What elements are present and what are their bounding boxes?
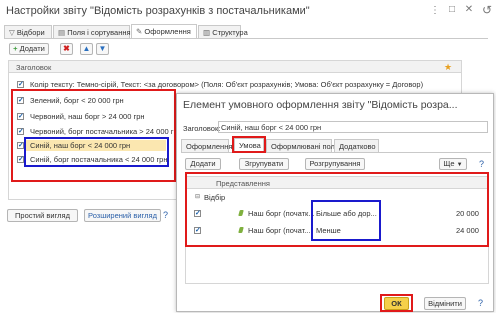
heading-field[interactable]: Синій, наш борг < 24 000 грн: [218, 121, 488, 133]
red-highlight-box: [232, 136, 266, 153]
list-header: [9, 61, 461, 73]
menu-dots-icon[interactable]: ⋮: [429, 5, 441, 16]
tab-structure[interactable]: ▥ Структура: [198, 25, 248, 38]
conditional-appearance-dialog: Елемент умовного оформлення звіту "Відом…: [176, 93, 494, 312]
heading-label: Заголовок:: [183, 124, 221, 133]
chevron-down-icon: ▼: [456, 162, 463, 168]
advanced-view-button[interactable]: Розширений вигляд: [84, 209, 161, 222]
add-button[interactable]: + Додати: [9, 43, 49, 55]
tab-divider: [4, 38, 488, 39]
arrow-up-icon: ▲: [82, 44, 91, 53]
help-button[interactable]: ?: [163, 210, 168, 220]
tab-additional[interactable]: Додатково: [334, 139, 379, 152]
blue-highlight-box: [311, 200, 381, 241]
close-icon[interactable]: ✕: [463, 4, 475, 15]
tab-appearance[interactable]: ✎ Оформлення: [131, 24, 197, 38]
group-button[interactable]: Згрупувати: [239, 158, 289, 170]
list-item[interactable]: Колір тексту: Темно-сірій, Текст: <за до…: [30, 80, 423, 89]
simple-view-button[interactable]: Простий вигляд: [7, 209, 78, 222]
tab-formatted-fields[interactable]: Оформлювані поля: [266, 139, 339, 152]
arrow-down-icon: ▼: [98, 44, 107, 53]
help-button[interactable]: ?: [478, 298, 483, 308]
tab-divider: [181, 152, 491, 153]
add-condition-button[interactable]: Додати: [185, 158, 221, 170]
red-highlight-box: [380, 294, 413, 312]
brush-icon: ✎: [136, 27, 143, 36]
blue-highlight-box: [24, 137, 169, 167]
star-icon: ★: [444, 62, 453, 72]
plus-icon: +: [13, 44, 18, 53]
cancel-button[interactable]: Відмінити: [424, 297, 466, 310]
list-item-checkbox[interactable]: ✓: [17, 81, 24, 88]
ungroup-button[interactable]: Розгрупування: [305, 158, 365, 170]
filter-tab-icon: ▽: [9, 28, 15, 37]
tab-filters[interactable]: ▽ Відбори: [4, 25, 52, 38]
tab-fields-sorting[interactable]: ▤ Поля і сортування: [53, 25, 131, 38]
column-header-title: Заголовок: [16, 63, 52, 72]
move-down-button[interactable]: ▼: [96, 43, 109, 55]
structure-tab-icon: ▥: [203, 28, 211, 37]
red-highlight-box: [11, 89, 176, 182]
help-button[interactable]: ?: [479, 159, 484, 169]
dialog-title: Елемент умовного оформлення звіту "Відом…: [183, 99, 458, 111]
tab-appearance[interactable]: Оформлення: [181, 139, 232, 152]
maximize-icon[interactable]: □: [446, 4, 458, 15]
delete-icon: ✖: [63, 44, 70, 53]
window-title: Настройки звіту "Відомість розрахунків з…: [6, 5, 310, 17]
delete-button[interactable]: ✖: [60, 43, 73, 55]
move-up-button[interactable]: ▲: [80, 43, 93, 55]
more-menu-button[interactable]: Ще ▼: [439, 158, 467, 170]
fields-tab-icon: ▤: [58, 28, 66, 37]
history-icon[interactable]: ↺: [480, 3, 494, 17]
